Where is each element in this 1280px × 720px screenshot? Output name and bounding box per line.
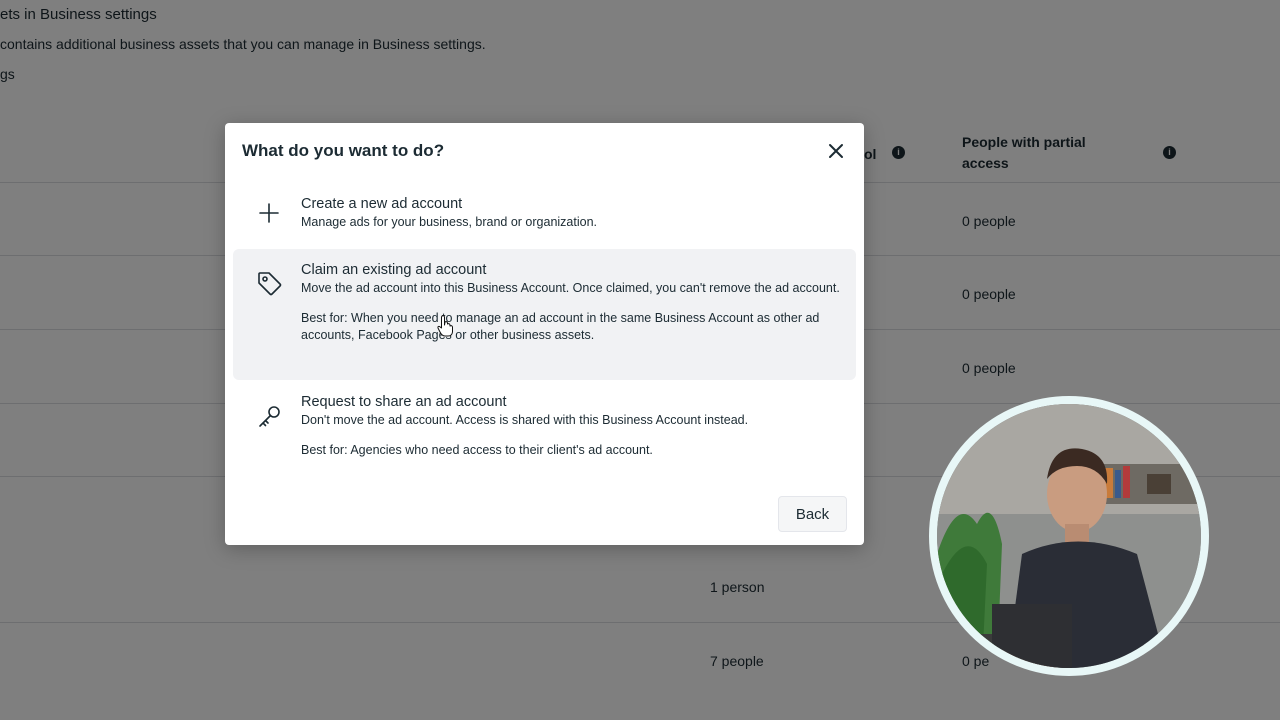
presenter-image (937, 404, 1201, 668)
plus-icon (259, 203, 279, 223)
option-best-for: Best for: When you need to manage an ad … (301, 311, 820, 342)
option-description: Manage ads for your business, brand or o… (301, 215, 598, 229)
add-ad-account-dialog: What do you want to do? Create a new ad … (225, 123, 864, 545)
option-best-for: Best for: Agencies who need access to th… (301, 443, 653, 457)
option-title: Claim an existing ad account (301, 262, 487, 278)
option-title: Create a new ad account (301, 196, 463, 212)
dialog-title: What do you want to do? (242, 141, 445, 160)
back-button[interactable]: Back (778, 496, 847, 532)
key-icon (259, 406, 280, 427)
tag-icon (258, 272, 282, 296)
option-create-ad-account[interactable]: Create a new ad account Manage ads for y… (233, 183, 856, 245)
option-claim-ad-account[interactable]: Claim an existing ad account Move the ad… (233, 249, 856, 380)
close-button[interactable] (825, 140, 847, 162)
option-description: Move the ad account into this Business A… (301, 281, 840, 295)
webcam-video (929, 396, 1209, 676)
option-title: Request to share an ad account (301, 394, 507, 410)
option-description: Don't move the ad account. Access is sha… (301, 413, 749, 427)
close-icon (829, 144, 843, 158)
hand-cursor-icon (437, 315, 453, 337)
option-request-share-ad-account[interactable]: Request to share an ad account Don't mov… (233, 385, 856, 465)
